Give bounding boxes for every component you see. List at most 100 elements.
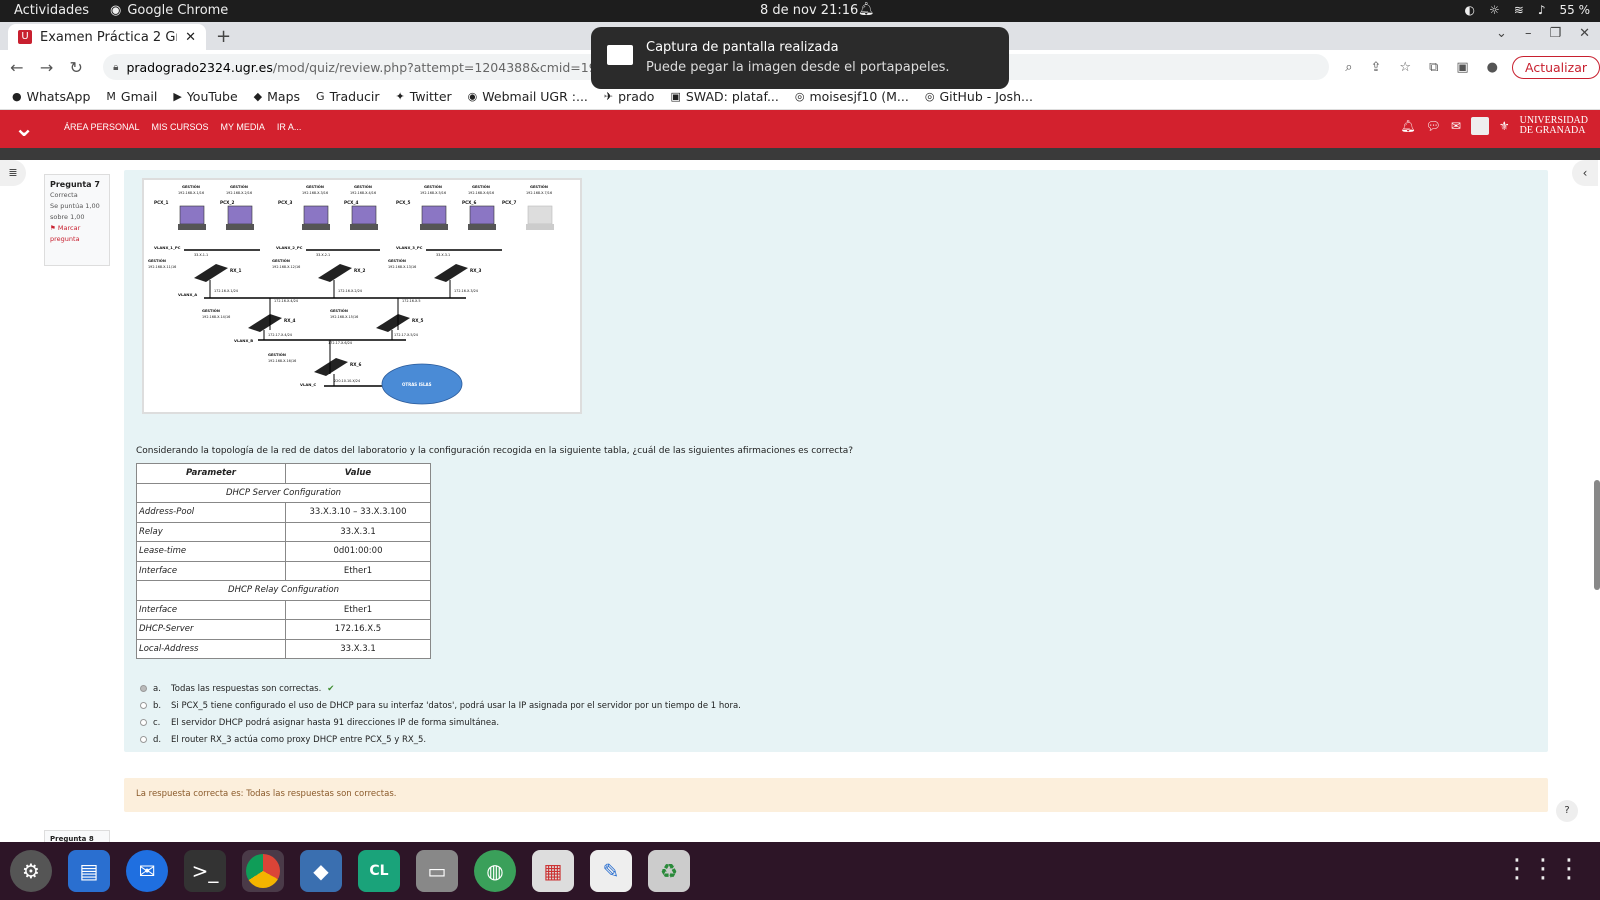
answer-option-a[interactable]: a. Todas las respuestas son correctas. ✔ [140,680,741,697]
bookmark-twitter[interactable]: ✦ Twitter [396,89,452,104]
notification-title: Captura de pantalla realizada [646,40,839,55]
bookmark-webmail[interactable]: ◉ Webmail UGR :... [468,89,588,104]
minimize-button[interactable]: – [1525,26,1532,41]
update-button[interactable]: Actualizar [1512,55,1600,79]
pc-monitor-icon [527,205,553,225]
maximize-button[interactable]: ❐ [1549,26,1561,41]
network-app-icon[interactable]: ◍ [474,850,516,892]
system-tray[interactable]: ◐ ☼ ≋ ♪ 55 % [1465,3,1590,17]
bookmark-swad[interactable]: ▣ SWAD: plataf... [670,89,778,104]
bookmark-github-moises[interactable]: ◎ moisesjf10 (M... [795,89,909,104]
reload-button[interactable]: ↻ [63,58,89,77]
swad-icon: ▣ [670,90,681,103]
router-ip-label: 192.168.X.16/16 [268,359,296,363]
inbox-icon[interactable]: ✉ [1451,119,1461,133]
tab-exam[interactable]: U Examen Práctica 2 Grupo ✕ [8,24,206,50]
chrome-icon: ◉ [110,3,122,18]
close-tab-icon[interactable]: ✕ [185,30,196,45]
nav-mis-cursos[interactable]: MIS CURSOS [152,122,209,132]
pc-base-icon [420,224,448,230]
router-ip-label: 192.168.X.13/16 [388,265,416,269]
pc-ip-label: 192.168.X.4/16 [350,191,376,195]
notification-body: Puede pegar la imagen desde el portapape… [646,60,950,75]
block-drawer-toggle[interactable]: ‹ [1572,160,1598,186]
bookmark-maps[interactable]: ◆ Maps [254,89,300,104]
bookmark-star-icon[interactable]: ☆ [1399,60,1411,75]
tab-search-icon[interactable]: ⌄ [1496,26,1507,41]
youtube-icon: ▶ [173,90,182,103]
pc-monitor-icon [469,205,495,225]
bookmark-prado[interactable]: ✈ prado [604,89,655,104]
back-button[interactable]: ← [4,58,30,77]
thunderbird-app-icon[interactable]: ✉ [126,850,168,892]
whatsapp-icon: ● [12,90,22,103]
nav-ir-a[interactable]: IR A... [277,122,302,132]
answer-option-c[interactable]: c. El servidor DHCP podrá asignar hasta 9… [140,714,741,731]
url-path: /mod/quiz/review.php?attempt=1204388&cmi… [272,59,629,75]
radio-c[interactable] [140,719,147,726]
screenshot-notification[interactable]: Captura de pantalla realizada Puede pega… [591,27,1009,89]
document-viewer-app-icon[interactable]: ▦ [532,850,574,892]
nav-area-personal[interactable]: ÁREA PERSONAL [64,122,140,132]
course-index-toggle[interactable]: ≣ [0,160,26,186]
share-icon[interactable]: ⇪ [1371,60,1382,75]
wifi-icon: ≋ [1513,3,1524,17]
net-label: 172.17.X.6/24 [328,341,352,345]
radio-d[interactable] [140,736,147,743]
answer-option-b[interactable]: b. Si PCX_5 tiene configurado el uso de D… [140,697,741,714]
university-logo[interactable]: UNIVERSIDAD DE GRANADA [1520,116,1588,136]
answer-option-d[interactable]: d. El router RX_3 actúa como proxy DHCP e… [140,731,741,748]
gmail-icon: M [106,90,116,103]
sidepanel-icon[interactable]: ▣ [1456,60,1468,75]
clock[interactable]: 8 de nov 21:16 [760,3,858,18]
net-label: 33.X.2.1 [316,253,330,257]
maps-icon: ◆ [253,90,263,103]
writer-app-icon[interactable]: ▤ [68,850,110,892]
scrollbar[interactable] [1594,480,1600,590]
section-dhcp-relay: DHCP Relay Configuration [136,580,431,601]
clion-app-icon[interactable]: CL [358,850,400,892]
nav-my-media[interactable]: MY MEDIA [221,122,265,132]
user-avatar[interactable] [1470,117,1489,135]
pc-name-label: PCX_1 [154,200,168,205]
pc-gestion-label: GESTIÓN [230,184,248,189]
activities-button[interactable]: Actividades [14,3,89,18]
pc-monitor-icon [227,205,253,225]
help-button[interactable]: ? [1556,800,1578,822]
config-table: Parameter Value DHCP Server Configuration… [136,463,431,659]
app-grid-icon[interactable]: ⋮⋮⋮ [1504,854,1582,884]
app-menu[interactable]: ◉ Google Chrome [110,3,228,18]
question-text: Considerando la topología de la red de d… [136,446,854,456]
bookmark-gmail[interactable]: M Gmail [106,89,157,104]
profile-avatar[interactable]: ● [1487,60,1498,75]
bookmark-traducir[interactable]: G Traducir [316,89,379,104]
notifications-icon[interactable]: 🔔︎ [1400,119,1415,133]
pc-base-icon [226,224,254,230]
radio-a[interactable] [140,685,147,692]
radio-b[interactable] [140,702,147,709]
router-name-label: RX_1 [230,268,242,273]
close-window-button[interactable]: ✕ [1579,26,1590,41]
forward-button[interactable]: → [34,58,60,77]
table-row: Relay 33.X.3.1 [136,521,431,542]
trash-app-icon[interactable]: ♻ [648,850,690,892]
bookmark-youtube[interactable]: ▶ YouTube [173,89,237,104]
terminal-app-icon[interactable]: >_ [184,850,226,892]
settings-app-icon[interactable]: ⚙ [10,850,52,892]
flag-question-link[interactable]: ⚑ Marcar pregunta [50,223,104,245]
messages-icon[interactable]: 💬︎ [1426,119,1441,133]
files-app-icon[interactable]: ▭ [416,850,458,892]
text-editor-app-icon[interactable]: ✎ [590,850,632,892]
chrome-app-icon[interactable] [242,850,284,892]
new-tab-button[interactable]: + [216,26,231,47]
zoom-icon[interactable]: ⌕ [1345,60,1352,75]
lock-icon[interactable]: 🔒︎ [113,62,118,73]
bookmark-github-josh[interactable]: ◎ GitHub - Josh... [925,89,1033,104]
net-label: 172.16.X.3/24 [454,289,478,293]
bookmark-whatsapp[interactable]: ● WhatsApp [12,89,90,104]
moodle-logo[interactable]: ⌄ [14,114,34,142]
router-gestion-label: GESTIÓN [272,258,290,263]
pc-name-label: PCX_4 [344,200,358,205]
extensions-icon[interactable]: ⧉ [1429,60,1438,75]
virtualbox-app-icon[interactable]: ◆ [300,850,342,892]
